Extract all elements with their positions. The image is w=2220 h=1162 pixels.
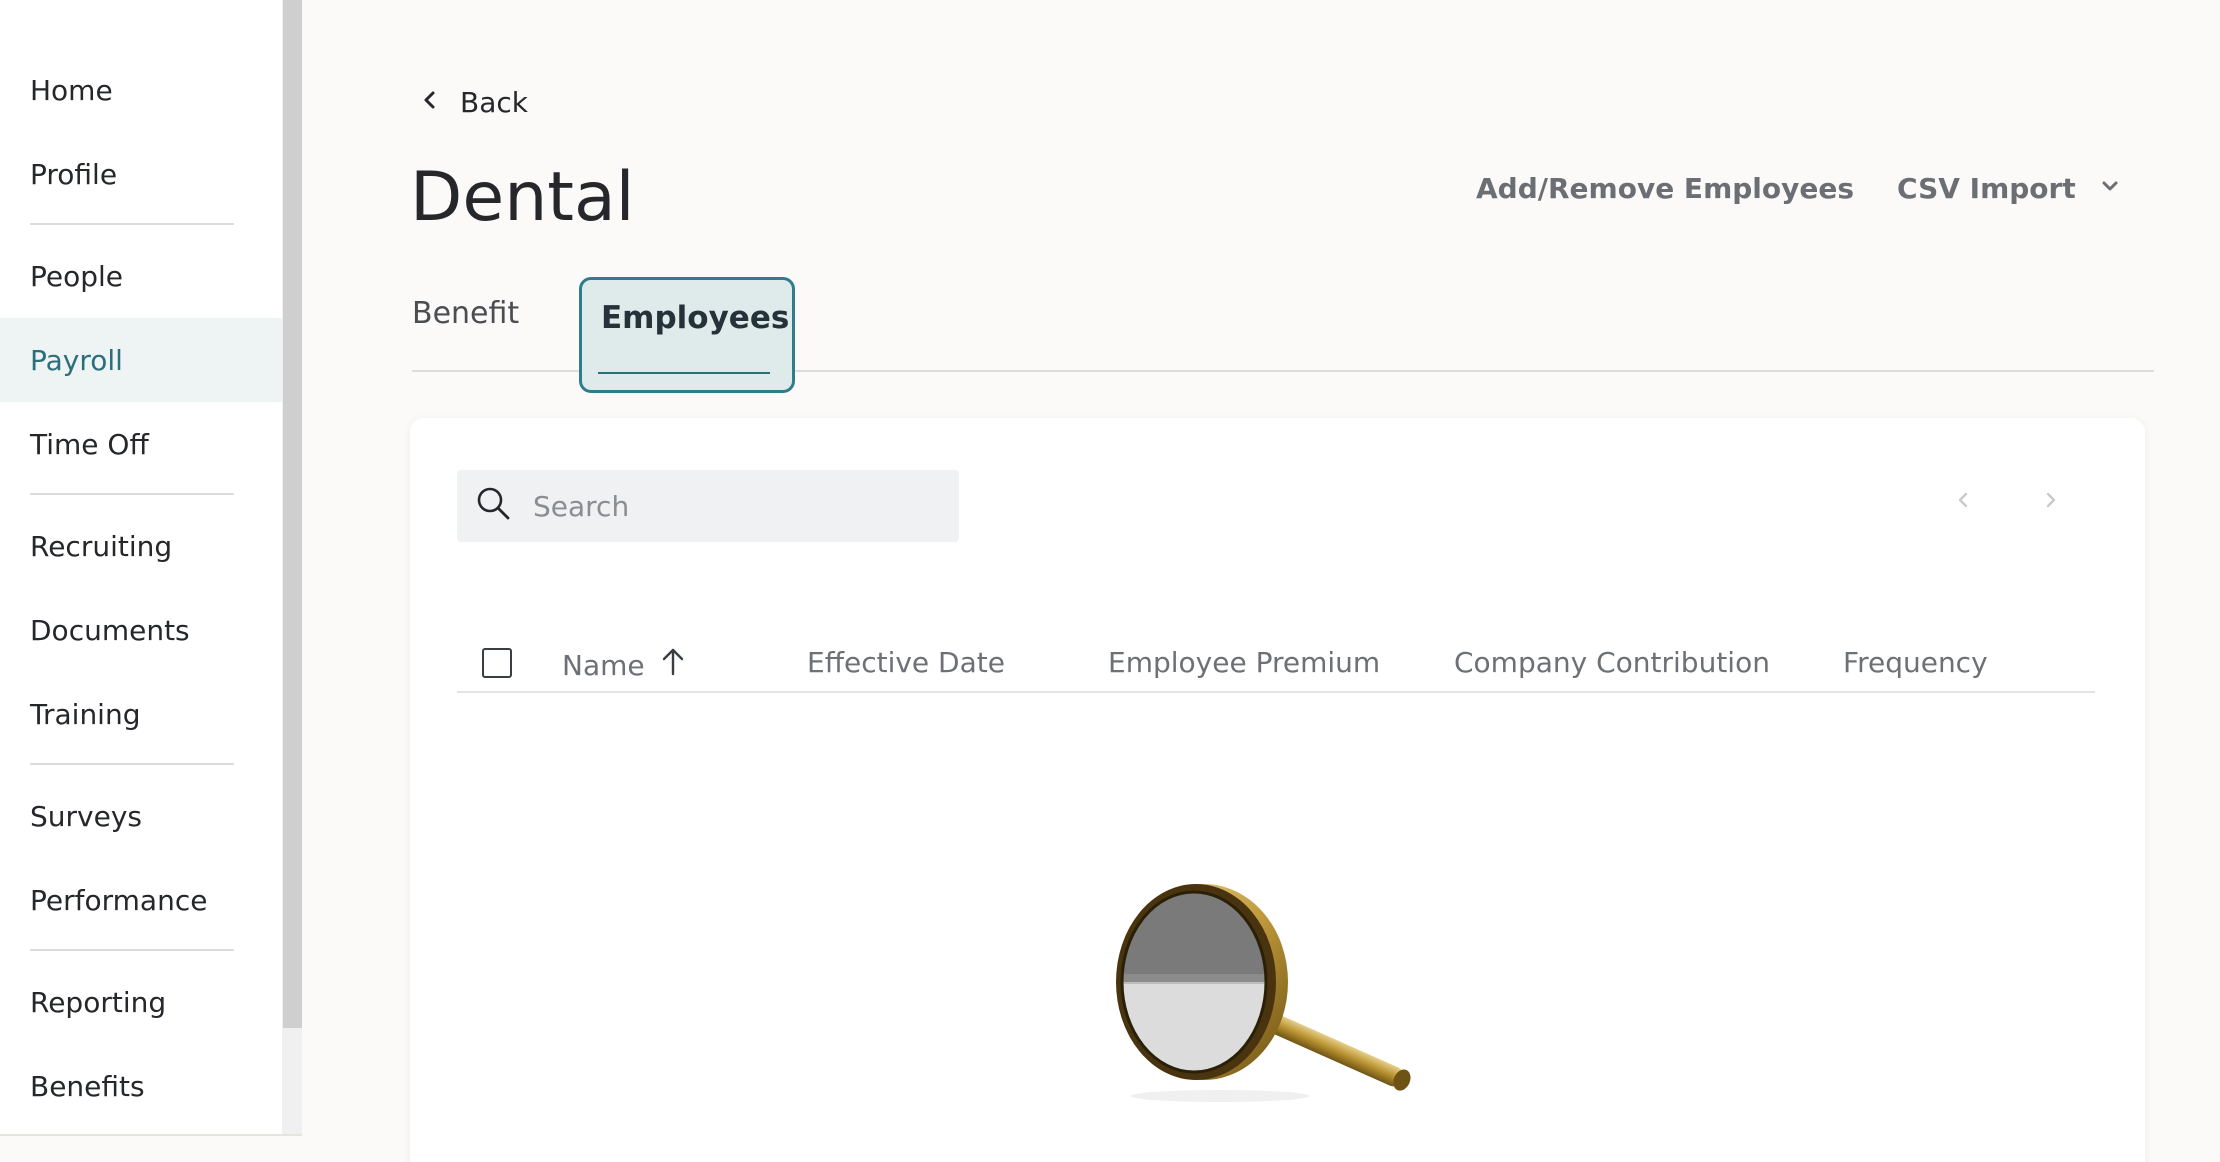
employees-card: Name Effective Date Employee Premium Com… — [410, 418, 2145, 1162]
search-box[interactable] — [457, 470, 959, 542]
sidebar-divider — [30, 493, 234, 495]
sidebar-item-home[interactable]: Home — [0, 48, 282, 132]
table-header: Name Effective Date Employee Premium Com… — [457, 598, 2095, 693]
back-label: Back — [460, 86, 528, 119]
sidebar-item-benefits[interactable]: Benefits — [0, 1044, 282, 1128]
search-icon — [475, 485, 513, 527]
column-header-employee-premium[interactable]: Employee Premium — [1108, 646, 1380, 679]
column-header-name[interactable]: Name — [562, 646, 687, 685]
chevron-left-icon — [1952, 492, 1976, 516]
active-tab-indicator — [598, 372, 770, 374]
magnifying-glass-illustration — [1110, 878, 1450, 1122]
select-all-checkbox[interactable] — [482, 648, 512, 678]
chevron-right-icon — [2038, 492, 2062, 516]
chevron-left-icon — [418, 86, 442, 119]
sidebar-divider — [30, 949, 234, 951]
column-header-label: Name — [562, 649, 645, 682]
chevron-down-icon — [2098, 172, 2122, 205]
back-link[interactable]: Back — [418, 86, 528, 119]
sidebar-item-reporting[interactable]: Reporting — [0, 960, 282, 1044]
sidebar-item-profile[interactable]: Profile — [0, 132, 282, 216]
prev-page-button[interactable] — [1952, 488, 1982, 518]
add-remove-employees-label: Add/Remove Employees — [1476, 172, 1855, 205]
column-header-frequency[interactable]: Frequency — [1843, 646, 1988, 679]
tab-employees-label: Employees — [601, 300, 790, 336]
column-header-company-contribution[interactable]: Company Contribution — [1454, 646, 1770, 679]
sidebar-item-time-off[interactable]: Time Off — [0, 402, 282, 486]
sidebar-item-performance[interactable]: Performance — [0, 858, 282, 942]
csv-import-label: CSV Import — [1897, 172, 2076, 205]
arrow-up-icon — [659, 646, 687, 685]
sidebar-item-training[interactable]: Training — [0, 672, 282, 756]
sidebar-bottom-divider — [0, 1134, 302, 1136]
next-page-button[interactable] — [2038, 488, 2068, 518]
sidebar-divider — [30, 763, 234, 765]
sidebar-item-surveys[interactable]: Surveys — [0, 774, 282, 858]
sidebar-item-recruiting[interactable]: Recruiting — [0, 504, 282, 588]
page-title: Dental — [410, 158, 635, 237]
search-input[interactable] — [533, 489, 933, 523]
sidebar-scrollbar-thumb[interactable] — [283, 0, 302, 1028]
column-header-effective-date[interactable]: Effective Date — [807, 646, 1005, 679]
tab-benefit[interactable]: Benefit — [412, 296, 519, 331]
sidebar-divider — [30, 223, 234, 225]
sidebar-item-documents[interactable]: Documents — [0, 588, 282, 672]
csv-import-dropdown[interactable]: CSV Import — [1897, 172, 2122, 205]
add-remove-employees-button[interactable]: Add/Remove Employees — [1476, 172, 1854, 205]
sidebar: Home Profile People Payroll Time Off Rec… — [0, 0, 282, 1135]
sidebar-item-payroll[interactable]: Payroll — [0, 318, 282, 402]
tab-employees[interactable]: Employees — [579, 277, 795, 393]
sidebar-item-people[interactable]: People — [0, 234, 282, 318]
